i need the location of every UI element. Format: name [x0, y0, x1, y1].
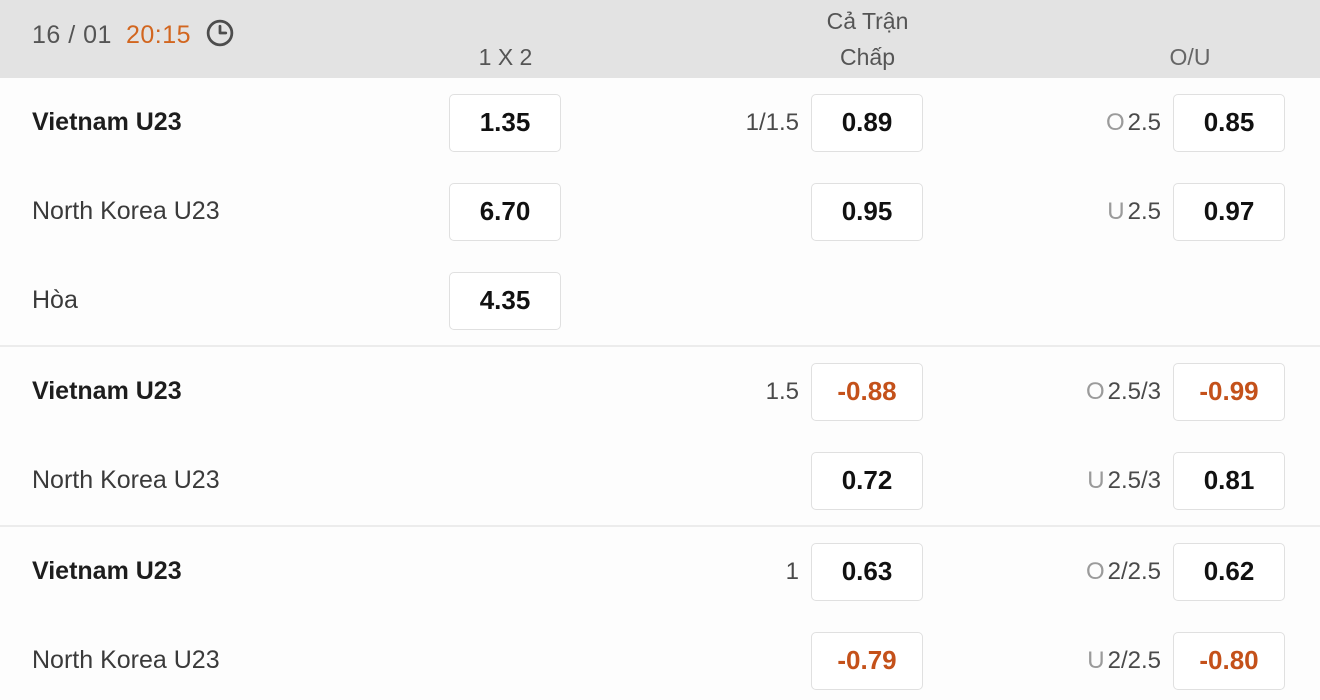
cell-handicap: 0.72 — [640, 451, 923, 510]
team-name: North Korea U23 — [32, 197, 220, 225]
handicap-line-label: 1/1.5 — [745, 108, 799, 136]
team-name: North Korea U23 — [32, 466, 220, 494]
cell-over-under: U 2.5/3 0.81 — [1000, 451, 1285, 510]
odds-button-1x2[interactable]: 1.35 — [449, 93, 561, 152]
cell-handicap: 1.5 -0.88 — [640, 362, 923, 421]
cell-handicap: 1/1.5 0.89 — [640, 93, 923, 152]
match-date: 16 / 01 — [32, 20, 112, 49]
cell-over-under — [1000, 272, 1285, 330]
odds-board: 16 / 01 20:15 1 X 2 Cả Trận Chấp O/U Vie… — [0, 0, 1320, 700]
over-under-line-value: 2.5 — [1127, 197, 1161, 225]
over-under-prefix: U — [1107, 197, 1125, 225]
cell-handicap — [640, 272, 923, 330]
cell-over-under: U 2.5 0.97 — [1000, 182, 1285, 241]
match-kickoff-time: 20:15 — [125, 20, 192, 49]
column-header-over-under: O/U — [1169, 44, 1211, 70]
cell-handicap: 1 0.63 — [640, 542, 923, 601]
column-header-handicap: Chấp — [840, 44, 895, 70]
odds-button-handicap[interactable]: 0.63 — [811, 542, 923, 601]
odds-button-handicap[interactable]: 0.95 — [811, 182, 923, 241]
cell-handicap: 0.95 — [640, 182, 923, 241]
odds-button-handicap[interactable]: 0.72 — [811, 451, 923, 510]
over-under-prefix: O — [1085, 557, 1105, 585]
team-name: Hòa — [32, 286, 78, 314]
odds-button-handicap[interactable]: 0.89 — [811, 93, 923, 152]
odds-button-handicap[interactable]: -0.88 — [811, 362, 923, 421]
over-under-line-value: 2/2.5 — [1107, 646, 1161, 674]
over-under-line-label: U 2/2.5 — [1087, 647, 1161, 675]
odds-row: North Korea U23 6.70 0.95 U 2.5 0.97 — [0, 167, 1320, 256]
odds-button-1x2[interactable]: 4.35 — [449, 271, 561, 330]
odds-button-over-under[interactable]: -0.80 — [1173, 631, 1285, 690]
odds-row: Vietnam U23 1.35 1/1.5 0.89 O 2.5 0.85 — [0, 78, 1320, 167]
over-under-line-label: O 2.5 — [1106, 109, 1161, 137]
cell-handicap: -0.79 — [640, 631, 923, 690]
over-under-line-label: U 2.5 — [1107, 198, 1161, 226]
cell-over-under: U 2/2.5 -0.80 — [1000, 631, 1285, 690]
handicap-empty-slot — [811, 272, 923, 330]
odds-button-handicap[interactable]: -0.79 — [811, 631, 923, 690]
over-under-line-value: 2.5/3 — [1107, 377, 1161, 405]
clock-icon — [205, 18, 235, 53]
over-under-line-label: O 2/2.5 — [1086, 558, 1161, 586]
odds-button-over-under[interactable]: -0.99 — [1173, 362, 1285, 421]
odds-groups: Vietnam U23 1.35 1/1.5 0.89 O 2.5 0.85 North Ko… — [0, 78, 1320, 700]
over-under-prefix: O — [1105, 108, 1125, 136]
odds-board-header: 16 / 01 20:15 1 X 2 Cả Trận Chấp O/U — [0, 0, 1320, 78]
odds-row: Vietnam U23 1 0.63 O 2/2.5 0.62 — [0, 527, 1320, 616]
odds-row: Vietnam U23 1.5 -0.88 O 2.5/3 -0.99 — [0, 347, 1320, 436]
odds-button-over-under[interactable]: 0.85 — [1173, 93, 1285, 152]
team-name: Vietnam U23 — [32, 108, 182, 136]
over-under-line-value: 2.5/3 — [1107, 466, 1161, 494]
cell-1x2: 1.35 — [449, 93, 561, 152]
cell-over-under: O 2.5 0.85 — [1000, 93, 1285, 152]
cell-over-under: O 2.5/3 -0.99 — [1000, 362, 1285, 421]
odds-button-1x2[interactable]: 6.70 — [449, 182, 561, 241]
odds-group: Vietnam U23 1.35 1/1.5 0.89 O 2.5 0.85 North Ko… — [0, 78, 1320, 347]
over-under-prefix: O — [1085, 377, 1105, 405]
over-under-line-label: U 2.5/3 — [1087, 467, 1161, 495]
odds-row: North Korea U23 -0.79 U 2/2.5 -0.80 — [0, 616, 1320, 700]
handicap-line-label: 1.5 — [765, 377, 799, 405]
odds-group: Vietnam U23 1 0.63 O 2/2.5 0.62 North Korea U2… — [0, 527, 1320, 700]
over-under-line-label: O 2.5/3 — [1086, 378, 1161, 406]
odds-button-over-under[interactable]: 0.97 — [1173, 182, 1285, 241]
cell-over-under: O 2/2.5 0.62 — [1000, 542, 1285, 601]
cell-1x2: 4.35 — [449, 271, 561, 330]
odds-group: Vietnam U23 1.5 -0.88 O 2.5/3 -0.99 North Kore… — [0, 347, 1320, 527]
team-name: Vietnam U23 — [32, 377, 182, 405]
over-under-prefix: U — [1087, 466, 1105, 494]
team-name: Vietnam U23 — [32, 557, 182, 585]
over-under-empty-slot — [1173, 272, 1285, 330]
match-datetime: 16 / 01 20:15 — [32, 18, 235, 52]
column-header-1x2: 1 X 2 — [478, 44, 533, 70]
odds-button-over-under[interactable]: 0.62 — [1173, 542, 1285, 601]
handicap-line-label: 1 — [785, 557, 799, 585]
over-under-line-value: 2/2.5 — [1107, 557, 1161, 585]
odds-button-over-under[interactable]: 0.81 — [1173, 451, 1285, 510]
over-under-prefix: U — [1087, 646, 1105, 674]
odds-row: North Korea U23 0.72 U 2.5/3 0.81 — [0, 436, 1320, 525]
over-under-line-value: 2.5 — [1127, 108, 1161, 136]
column-header-full-match: Cả Trận — [826, 8, 909, 34]
cell-1x2: 6.70 — [449, 182, 561, 241]
odds-row: Hòa 4.35 — [0, 256, 1320, 345]
team-name: North Korea U23 — [32, 646, 220, 674]
